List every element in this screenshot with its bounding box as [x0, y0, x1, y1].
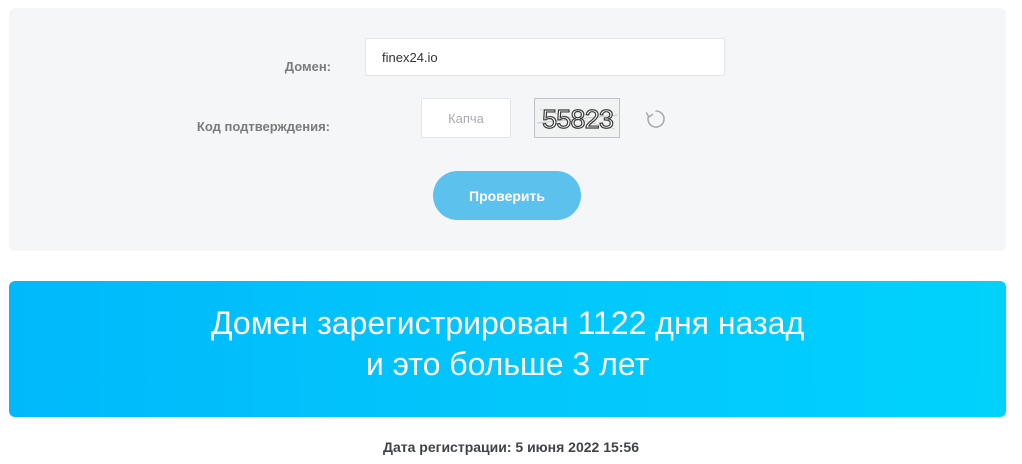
domain-label: Домен: — [284, 59, 331, 74]
captcha-input[interactable] — [421, 98, 511, 138]
captcha-text: 55823 — [541, 107, 613, 137]
registration-date: Дата регистрации: 5 июня 2022 15:56 — [382, 439, 639, 455]
domain-input[interactable] — [365, 38, 725, 76]
result-banner: Домен зарегистрирован 1122 дня назад и э… — [9, 281, 1006, 417]
refresh-icon[interactable] — [645, 108, 667, 130]
domain-check-form: Домен: Код подтверждения: 55823 Проверит… — [9, 8, 1006, 251]
result-line-age: Домен зарегистрирован 1122 дня назад — [210, 305, 805, 341]
captcha-label: Код подтверждения: — [196, 119, 330, 134]
captcha-image: 55823 — [534, 98, 620, 138]
check-button[interactable]: Проверить — [433, 171, 581, 220]
result-line-summary: и это больше 3 лет — [365, 346, 650, 382]
